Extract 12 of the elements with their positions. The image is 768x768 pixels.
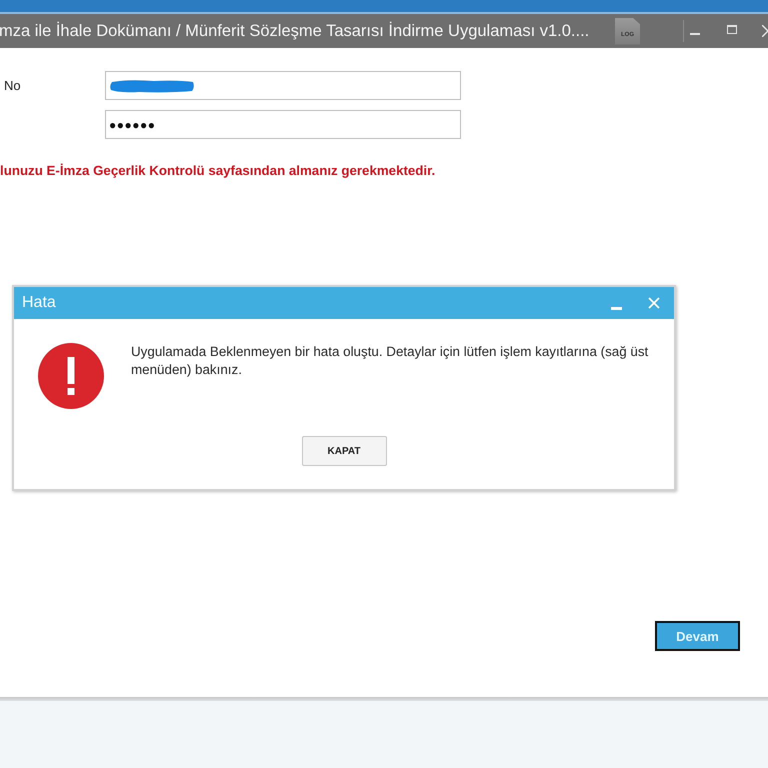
error-icon [38,343,104,409]
window-title: mza ile İhale Dokümanı / Münferit Sözleşme Tasarısı İndirme Uygulaması v1.0.... [0,22,590,40]
minimize-icon[interactable] [611,306,622,310]
dialog-title: Hata [22,294,56,312]
maximize-icon[interactable] [727,25,737,34]
field-label: No [4,78,21,92]
error-message: Uygulamada Beklenmeyen bir hata oluştu. Detaylar için lütfen işlem kayıtlarına (sağ üst menüden) bakınız. [131,343,650,379]
close-button[interactable]: KAPAT [302,436,386,466]
input-field[interactable]: ●●●●●● [105,110,461,139]
input-field[interactable] [105,71,461,100]
close-icon[interactable] [762,25,768,37]
warning-text: lunuzu E-İmza Geçerlik Kontrolü sayfasından almanız gerekmektedir. [0,163,436,178]
